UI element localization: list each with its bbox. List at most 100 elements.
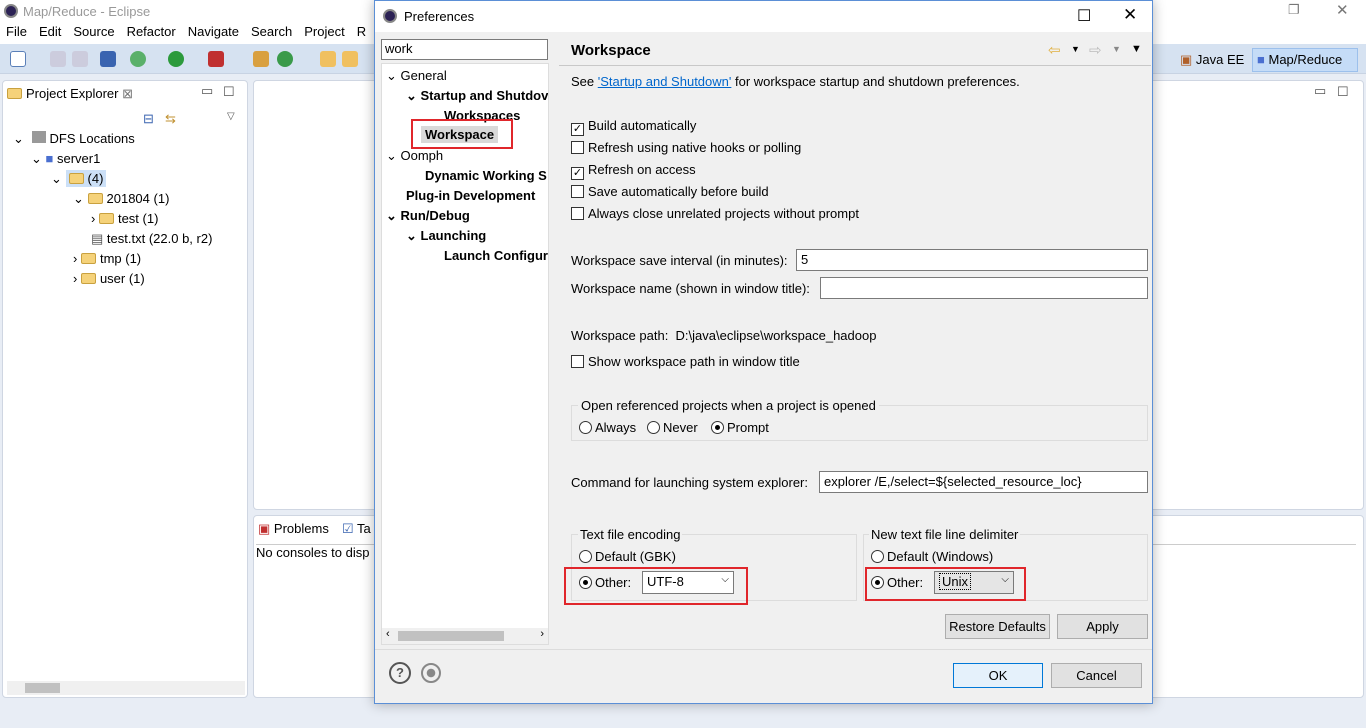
run-icon[interactable] (168, 51, 184, 67)
tree-general[interactable]: ⌄ General (386, 68, 447, 84)
restore-defaults-button[interactable]: Restore Defaults (945, 614, 1050, 639)
file-icon: ▤ (91, 231, 104, 246)
explorer-command-input[interactable]: explorer /E,/select=${selected_resource_… (819, 471, 1148, 493)
build-automatically-checkbox[interactable]: ✓ Build automatically (571, 118, 696, 136)
perspective-java-ee[interactable]: ▣ Java EE (1180, 52, 1244, 68)
save-all-icon[interactable] (72, 51, 88, 67)
horizontal-scrollbar[interactable] (7, 681, 245, 695)
folder-icon (80, 253, 96, 264)
console-icon[interactable] (100, 51, 116, 67)
save-interval-label: Workspace save interval (in minutes): (571, 253, 788, 268)
tree-plugin-development[interactable]: Plug-in Development (406, 188, 535, 203)
explorer-command-label: Command for launching system explorer: (571, 475, 808, 490)
delimiter-group-label: New text file line delimiter (869, 527, 1021, 542)
project-explorer-tab[interactable]: Project Explorer ⊠ (7, 86, 133, 102)
back-icon[interactable]: ⇦ (1048, 41, 1061, 59)
new-package-icon[interactable] (253, 51, 269, 67)
menu-search[interactable]: Search (245, 22, 298, 41)
perspective-map-reduce[interactable]: ■ Map/Reduce (1252, 48, 1358, 72)
close-window-button[interactable]: ✕ (1336, 1, 1349, 19)
debug-icon[interactable] (130, 51, 146, 67)
view-menu-icon[interactable]: ▽ (227, 111, 235, 122)
eclipse-logo-icon (4, 4, 18, 18)
refresh-native-hooks-checkbox[interactable]: Refresh using native hooks or polling (571, 140, 801, 155)
show-path-checkbox[interactable]: Show workspace path in window title (571, 354, 800, 369)
tree-item-201804[interactable]: ⌄ 201804 (1) (73, 191, 169, 207)
dialog-title-bar: Preferences ☐ ✕ (375, 1, 1152, 32)
page-title: Workspace (571, 42, 651, 59)
help-icon[interactable]: ? (389, 662, 411, 684)
menu-file[interactable]: File (0, 22, 33, 41)
dialog-maximize-button[interactable]: ☐ (1077, 6, 1091, 26)
startup-shutdown-link[interactable]: 'Startup and Shutdown' (598, 74, 732, 89)
tree-item-dfs-locations[interactable]: ⌄ DFS Locations (13, 131, 135, 147)
menu-navigate[interactable]: Navigate (182, 22, 245, 41)
open-folder-icon[interactable] (342, 51, 358, 67)
highlight-delimiter (865, 567, 1026, 601)
tasks-icon: ☑ (342, 521, 354, 536)
save-interval-input[interactable]: 5 (796, 249, 1148, 271)
encoding-default-radio[interactable]: Default (GBK) (579, 549, 676, 564)
forward-icon[interactable]: ⇨ (1089, 41, 1102, 59)
open-type-icon[interactable] (320, 51, 336, 67)
tab-problems[interactable]: ▣ Problems (258, 521, 329, 537)
restore-window-button[interactable]: ❐ (1288, 2, 1300, 18)
radio-prompt[interactable]: Prompt (711, 420, 769, 435)
tree-horizontal-scrollbar[interactable]: ‹ › (382, 628, 548, 644)
menu-project[interactable]: Project (298, 22, 350, 41)
link-editor-icon[interactable]: ⇆ (165, 111, 176, 127)
tree-run-debug[interactable]: ⌄ Run/Debug (386, 208, 470, 224)
maximize-icon[interactable]: ☐ (223, 84, 235, 100)
new-class-icon[interactable] (277, 51, 293, 67)
menu-refactor[interactable]: Refactor (121, 22, 182, 41)
radio-always[interactable]: Always (579, 420, 636, 435)
tree-item-server1[interactable]: ⌄ ■ server1 (31, 151, 100, 167)
highlight-encoding (564, 567, 748, 605)
close-tab-icon[interactable]: ⊠ (122, 86, 133, 101)
radio-never[interactable]: Never (647, 420, 698, 435)
tree-item-tmp[interactable]: › tmp (1) (73, 251, 141, 266)
refresh-on-access-checkbox[interactable]: ✓ Refresh on access (571, 162, 696, 180)
divider (375, 649, 1152, 650)
new-icon[interactable] (10, 51, 26, 67)
minimize-icon[interactable]: ▭ (1314, 83, 1326, 99)
apply-button[interactable]: Apply (1057, 614, 1148, 639)
tree-startup-shutdown[interactable]: ⌄ Startup and Shutdov (406, 88, 548, 104)
tree-launch-configurations[interactable]: Launch Configura (444, 248, 548, 263)
cancel-button[interactable]: Cancel (1051, 663, 1142, 688)
dialog-title: Preferences (404, 9, 475, 24)
tree-dynamic-working-sets[interactable]: Dynamic Working S (425, 168, 547, 183)
tree-launching[interactable]: ⌄ Launching (406, 228, 486, 244)
tree-item-test-txt[interactable]: ▤ test.txt (22.0 b, r2) (91, 231, 212, 247)
menu-source[interactable]: Source (67, 22, 120, 41)
menu-run[interactable]: R (351, 22, 372, 41)
ok-button[interactable]: OK (953, 663, 1043, 688)
tree-item-user[interactable]: › user (1) (73, 271, 145, 286)
tree-item-test[interactable]: › test (1) (91, 211, 158, 226)
maximize-icon[interactable]: ☐ (1337, 84, 1349, 100)
external-tools-icon[interactable] (208, 51, 224, 67)
tab-tasks[interactable]: ☑ Ta (342, 521, 371, 537)
view-menu-icon[interactable]: ▼ (1131, 43, 1142, 55)
tree-item-root[interactable]: ⌄ (4) (51, 170, 107, 187)
collapse-all-icon[interactable]: ⊟ (143, 111, 154, 127)
tree-oomph[interactable]: ⌄ Oomph (386, 148, 443, 164)
back-dropdown-icon[interactable]: ▼ (1071, 44, 1080, 54)
minimize-icon[interactable]: ▭ (201, 83, 213, 99)
dialog-close-button[interactable]: ✕ (1123, 5, 1137, 25)
forward-dropdown-icon[interactable]: ▼ (1112, 44, 1121, 54)
folder-icon (98, 213, 114, 224)
checkbox-icon: ✓ (571, 123, 584, 136)
workspace-path: Workspace path: D:\java\eclipse\workspac… (571, 328, 877, 343)
save-before-build-checkbox[interactable]: Save automatically before build (571, 184, 769, 199)
close-unrelated-checkbox[interactable]: Always close unrelated projects without … (571, 206, 859, 221)
save-icon[interactable] (50, 51, 66, 67)
elephant-icon: ■ (45, 151, 54, 166)
folder-icon (87, 193, 103, 204)
menu-edit[interactable]: Edit (33, 22, 67, 41)
workspace-name-input[interactable] (820, 277, 1148, 299)
record-icon[interactable] (421, 663, 441, 683)
filter-input[interactable]: work (381, 39, 548, 60)
delimiter-default-radio[interactable]: Default (Windows) (871, 549, 993, 564)
open-referenced-label: Open referenced projects when a project … (578, 398, 879, 413)
